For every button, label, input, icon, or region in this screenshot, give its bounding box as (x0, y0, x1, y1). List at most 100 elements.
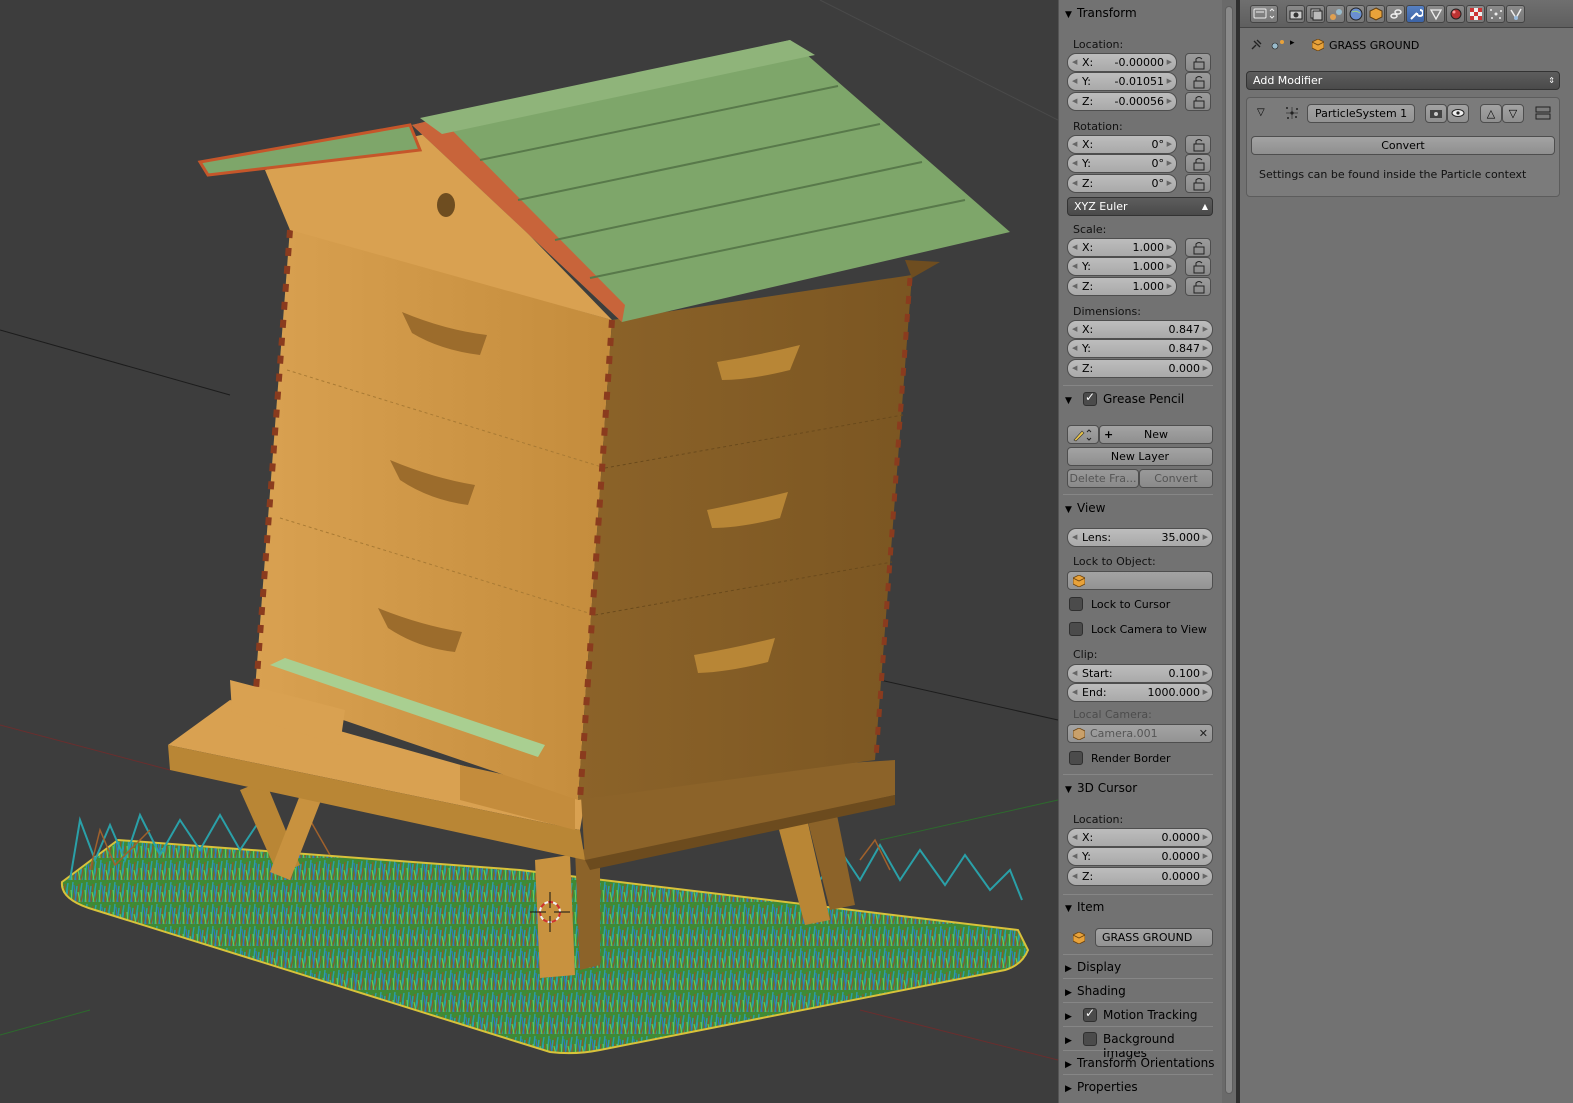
dimensions-y-field[interactable]: ◀ Y: 0.847 ▶ (1067, 339, 1213, 358)
collapsed-triangle-icon: ▶ (1065, 1036, 1072, 1046)
panel-separator (1063, 1050, 1213, 1051)
editor-type-icon (1253, 8, 1275, 19)
lock-to-cursor-label: Lock to Cursor (1091, 598, 1171, 611)
cursor-z-field[interactable]: ◀ Z: 0.0000 ▶ (1067, 867, 1213, 886)
render-layers-tab-icon[interactable] (1306, 5, 1325, 23)
rotation-z-field[interactable]: ◀ Z: 0° ▶ (1067, 174, 1177, 193)
particle-context-info-text: Settings can be found inside the Particl… (1259, 168, 1527, 181)
modifier-convert-button[interactable]: Convert (1251, 136, 1555, 155)
collapsed-triangle-icon: ▶ (1065, 1012, 1072, 1022)
lock-to-object-label: Lock to Object: (1073, 555, 1156, 568)
clip-end-field[interactable]: ◀ End: 1000.000 ▶ (1067, 683, 1213, 702)
background-images-panel-header[interactable]: ▶ (1065, 1030, 1077, 1048)
object-data-link-icon (1271, 40, 1284, 50)
item-name-field[interactable]: GRASS GROUND (1095, 928, 1213, 947)
scrollbar-thumb[interactable] (1225, 6, 1233, 1094)
lock-to-cursor-checkbox[interactable] (1069, 597, 1083, 611)
collapse-triangle-icon[interactable]: ▽ (1257, 107, 1265, 118)
properties-shelf: ▼ Transform Location: ◀ X: -0.00000 ▶ ◀ Y: -0.… (1058, 0, 1222, 1103)
item-panel-header[interactable]: ▼ Item (1065, 898, 1104, 916)
3d-viewport[interactable] (0, 0, 1058, 1103)
lock-rotation-x-button[interactable] (1185, 135, 1211, 154)
pin-icon[interactable] (1249, 38, 1263, 52)
properties-panel-header[interactable]: ▶ Properties (1065, 1078, 1138, 1096)
location-x-field[interactable]: ◀ X: -0.00000 ▶ (1067, 53, 1177, 72)
panel-separator (1063, 1002, 1213, 1003)
scene-tab-icon[interactable] (1326, 5, 1345, 23)
delete-frame-button[interactable]: Delete Fra... (1067, 469, 1139, 488)
editor-type-menu[interactable] (1250, 5, 1278, 23)
scale-x-field[interactable]: ◀ X: 1.000 ▶ (1067, 238, 1177, 257)
lock-rotation-y-button[interactable] (1185, 154, 1211, 173)
clip-start-field[interactable]: ◀ Start: 0.100 ▶ (1067, 664, 1213, 683)
display-panel-header[interactable]: ▶ Display (1065, 958, 1121, 976)
move-down-arrow-icon[interactable]: ▽ (1502, 104, 1524, 123)
scale-y-field[interactable]: ◀ Y: 1.000 ▶ (1067, 257, 1177, 276)
cursor-y-field[interactable]: ◀ Y: 0.0000 ▶ (1067, 847, 1213, 866)
world-tab-icon[interactable] (1346, 5, 1365, 23)
3d-cursor-panel-header[interactable]: ▼ 3D Cursor (1065, 779, 1137, 797)
modifiers-wrench-icon[interactable] (1406, 5, 1425, 23)
move-up-arrow-icon[interactable]: △ (1480, 104, 1502, 123)
expanded-triangle-icon: ▼ (1065, 505, 1072, 515)
transform-panel-header[interactable]: ▼ Transform (1065, 4, 1137, 22)
lock-location-z-button[interactable] (1185, 92, 1211, 111)
add-modifier-dropdown[interactable]: Add Modifier ⇕ (1246, 71, 1560, 90)
grease-pencil-panel-header[interactable]: ▼ (1065, 390, 1077, 408)
location-y-field[interactable]: ◀ Y: -0.01051 ▶ (1067, 72, 1177, 91)
collapsed-triangle-icon: ▶ (1065, 1060, 1072, 1070)
breadcrumb-arrow-icon: ▸ (1290, 38, 1295, 48)
dimensions-z-field[interactable]: ◀ Z: 0.000 ▶ (1067, 359, 1213, 378)
location-z-field[interactable]: ◀ Z: -0.00056 ▶ (1067, 92, 1177, 111)
material-tab-icon[interactable] (1446, 5, 1465, 23)
motion-tracking-checkbox[interactable] (1083, 1006, 1097, 1022)
transform-orientations-panel-header[interactable]: ▶ Transform Orientations (1065, 1054, 1215, 1072)
lock-scale-x-button[interactable] (1185, 238, 1211, 257)
lock-scale-z-button[interactable] (1185, 277, 1211, 296)
texture-tab-icon[interactable] (1466, 5, 1485, 23)
lock-camera-to-view-checkbox[interactable] (1069, 622, 1083, 636)
grease-pencil-convert-button[interactable]: Convert (1139, 469, 1213, 488)
clip-label: Clip: (1073, 648, 1098, 661)
lock-to-object-field[interactable] (1067, 571, 1213, 590)
lock-rotation-z-button[interactable] (1185, 174, 1211, 193)
render-toggle-camera-icon[interactable] (1425, 104, 1447, 123)
render-tab-icon[interactable] (1286, 5, 1305, 23)
grease-pencil-datablock-button[interactable] (1067, 425, 1099, 444)
rotation-y-field[interactable]: ◀ Y: 0° ▶ (1067, 154, 1177, 173)
view-panel-header[interactable]: ▼ View (1065, 499, 1105, 517)
rotation-x-field[interactable]: ◀ X: 0° ▶ (1067, 135, 1177, 154)
dimensions-x-field[interactable]: ◀ X: 0.847 ▶ (1067, 320, 1213, 339)
lock-camera-to-view-label: Lock Camera to View (1091, 623, 1207, 636)
shelf-scrollbar[interactable] (1222, 0, 1236, 1103)
lock-location-y-button[interactable] (1185, 72, 1211, 91)
grease-pencil-new-button[interactable]: + New (1099, 425, 1213, 444)
particles-tab-icon[interactable] (1486, 5, 1505, 23)
expanded-triangle-icon: ▼ (1065, 10, 1072, 20)
background-images-checkbox[interactable] (1083, 1032, 1097, 1046)
object-tab-icon[interactable] (1366, 5, 1385, 23)
cursor-x-field[interactable]: ◀ X: 0.0000 ▶ (1067, 828, 1213, 847)
modifier-name-field[interactable]: ParticleSystem 1 (1307, 104, 1415, 123)
clear-x-icon[interactable]: ✕ (1199, 725, 1208, 742)
expanded-triangle-icon: ▼ (1065, 904, 1072, 914)
drag-handle-icon[interactable] (1535, 105, 1551, 121)
local-camera-field[interactable]: Camera.001 ✕ (1067, 724, 1213, 743)
shading-panel-header[interactable]: ▶ Shading (1065, 982, 1126, 1000)
scale-z-field[interactable]: ◀ Z: 1.000 ▶ (1067, 277, 1177, 296)
lock-scale-y-button[interactable] (1185, 257, 1211, 276)
render-border-checkbox[interactable] (1069, 751, 1083, 765)
updown-arrow-icon: ⇕ (1548, 76, 1555, 85)
lock-location-x-button[interactable] (1185, 53, 1211, 72)
grease-pencil-enable-checkbox[interactable] (1083, 390, 1097, 406)
constraints-tab-icon[interactable] (1386, 5, 1405, 23)
viewport-toggle-eye-icon[interactable] (1447, 104, 1469, 123)
motion-tracking-panel-header[interactable]: ▶ (1065, 1006, 1077, 1024)
lens-field[interactable]: ◀ Lens: 35.000 ▶ (1067, 528, 1213, 547)
new-layer-button[interactable]: New Layer (1067, 447, 1213, 466)
scale-label: Scale: (1073, 223, 1107, 236)
rotation-mode-dropdown[interactable]: XYZ Euler ▲ (1067, 197, 1213, 216)
data-tab-icon[interactable] (1426, 5, 1445, 23)
expanded-triangle-icon: ▼ (1065, 396, 1072, 406)
physics-tab-icon[interactable] (1506, 5, 1525, 23)
